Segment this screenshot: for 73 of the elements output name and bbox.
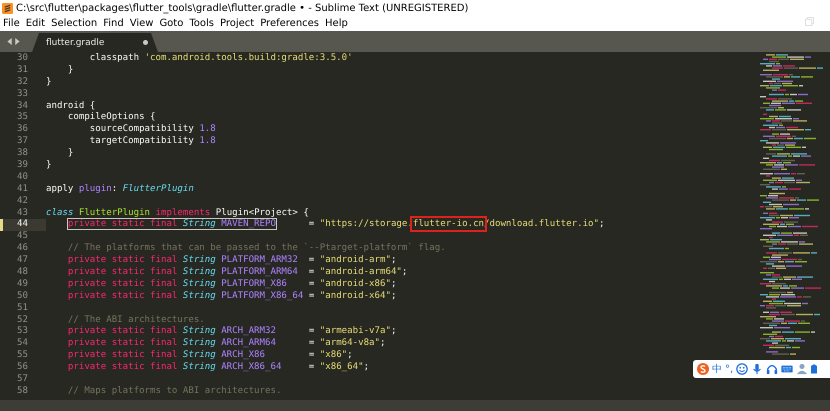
line-number: 42 [16,196,29,208]
line-number: 51 [16,302,29,315]
microphone-icon[interactable] [751,363,764,375]
menu-item[interactable]: Help [325,18,348,29]
code-line: } [66,64,74,77]
app-logo-icon [2,2,13,14]
code-line: classpath 'com.android.tools.build:gradle:3.5.0' [88,53,353,65]
code-line: private static final String ARCH_X86 = "x86"; [66,350,353,362]
line-number: 45 [16,231,29,243]
line-number: 48 [16,267,29,279]
line-number: 56 [16,362,29,374]
line-number: 46 [16,243,29,255]
line-number: 38 [16,148,29,160]
headset-icon[interactable] [766,363,778,375]
menu-item[interactable]: Project [220,18,254,29]
input-mode-toggle[interactable]: 中 [712,362,722,376]
menu-item[interactable]: Goto [159,18,184,29]
code-line: private static final String ARCH_ARM64 = "arm64-v8a"; [66,338,386,350]
code-line: // The platforms that can be passed to the `--Ptarget-platform` flag. [66,243,446,255]
menu-item[interactable]: Preferences [260,18,320,29]
code-line: private static final String PLATFORM_ARM32 = "android-arm"; [66,255,396,267]
menu-item[interactable]: Tools [189,18,214,29]
code-line: apply plugin: FlutterPlugin [46,184,194,196]
line-number: 39 [16,160,29,172]
line-number: 53 [16,326,29,338]
smiley-icon[interactable] [736,363,748,375]
line-number: 49 [16,278,29,291]
file-tab[interactable]: flutter.gradle [32,33,158,52]
line-number: 30 [16,53,29,65]
menu-item[interactable]: Selection [51,18,98,29]
code-line: } [46,160,52,172]
code-line: // The ABI architectures. [66,314,205,326]
code-line: // Maps platforms to ABI architectures. [66,386,282,398]
line-number: 58 [16,386,29,398]
line-number: 52 [16,314,29,326]
line-number: 40 [16,172,29,184]
punctuation-toggle[interactable]: °, [725,364,734,374]
menu-item[interactable]: File [3,18,20,29]
code-line: compileOptions { [66,112,156,124]
line-number: 33 [16,88,29,101]
code-line: } [46,76,52,89]
line-number: 32 [16,76,29,89]
line-number: 36 [16,124,29,136]
keyboard-icon[interactable] [781,363,794,375]
line-number: 31 [16,64,29,77]
menu-item[interactable]: Edit [26,18,46,29]
code-line: android { [46,100,96,112]
line-number: 41 [16,184,29,196]
line-number: 50 [16,290,29,303]
ime-logo-icon[interactable] [697,363,709,375]
line-number: 57 [16,374,29,386]
tab-nav-arrows-icon[interactable] [7,38,20,45]
line-number: 44 [0,219,46,232]
line-number: 34 [16,100,29,112]
code-line: private static final String PLATFORM_ARM64 = "android-arm64"; [66,267,408,279]
line-number: 55 [16,350,29,362]
code-line: private static final String PLATFORM_X86_64 = "android-x64"; [66,290,396,303]
code-line: sourceCompatibility 1.8 [88,124,216,136]
window-title: C:\src\flutter\packages\flutter_tools\gradle\flutter.gradle • - Sublime Text (UNREGISTERED) [16,2,468,14]
code-line: private static final String ARCH_ARM32 = "armeabi-v7a"; [66,326,396,338]
line-number: 37 [16,136,29,148]
code-line: private static final String PLATFORM_X86 = "android-x86"; [66,278,396,291]
line-number: 43 [16,208,29,219]
menu-item[interactable]: View [130,18,154,29]
code-line: private static final String ARCH_X86_64 = "x86_64"; [66,362,370,374]
line-number: 47 [16,255,29,267]
menu-item[interactable]: Find [103,18,124,29]
code-line: } [66,148,74,160]
code-line: class FlutterPlugin implements Plugin<Project> { [46,208,309,219]
user-icon[interactable] [796,363,808,375]
line-number: 35 [16,112,29,124]
code-line: targetCompatibility 1.8 [88,136,216,148]
line-number: 54 [16,338,29,350]
